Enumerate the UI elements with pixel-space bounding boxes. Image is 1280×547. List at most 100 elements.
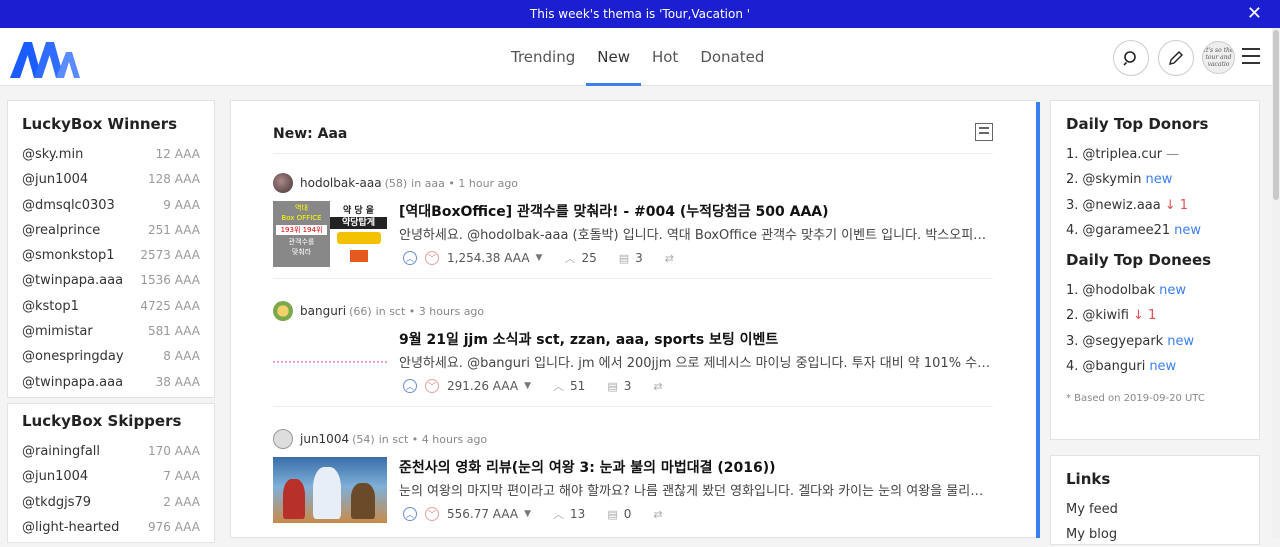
share-icon[interactable]: ⇄ [653, 508, 662, 521]
comment-icon[interactable]: ▤ [607, 380, 617, 393]
downvote-icon[interactable]: ﹀ [425, 251, 439, 265]
aaa-logo[interactable] [10, 42, 80, 78]
list-item[interactable]: @jun1004 7 AAA [22, 464, 200, 489]
rank-item[interactable]: 3. @newiz.aaa ↓ 1 [1066, 193, 1244, 218]
list-item[interactable]: @sky.min 12 AAA [22, 142, 200, 167]
rank-item[interactable]: 4. @garamee21 new [1066, 218, 1244, 243]
user-name[interactable]: @jun1004 [22, 167, 88, 192]
left-sidebar: LuckyBox Winners @sky.min 12 AAA @jun1004 1… [7, 100, 215, 543]
user-name[interactable]: @rainingfall [22, 439, 100, 464]
search-button[interactable] [1113, 40, 1149, 76]
user-name[interactable]: @triplea.cur [1082, 147, 1162, 162]
link-my-blog[interactable]: My blog [1066, 522, 1244, 547]
post-excerpt[interactable]: 안녕하세요. @banguri 입니다. jm 에서 200jjm 으로 제네시… [399, 352, 993, 371]
post-thumbnail[interactable] [273, 457, 387, 523]
rank-item[interactable]: 1. @triplea.cur — [1066, 142, 1244, 167]
post-title[interactable]: 준천사의 영화 리뷰(눈의 여왕 3: 눈과 불의 마법대결 (2016)) [399, 457, 776, 477]
list-item[interactable]: @jun1004 128 AAA [22, 167, 200, 192]
page-scrollbar[interactable] [1272, 28, 1280, 538]
post-thumbnail[interactable] [273, 329, 387, 395]
author-avatar[interactable] [273, 173, 293, 193]
like-icon[interactable]: ︿ [553, 378, 564, 394]
list-item[interactable]: @kstop1 4725 AAA [22, 294, 200, 319]
rank-item[interactable]: 1. @hodolbak new [1066, 278, 1244, 303]
post-title[interactable]: [역대BoxOffice] 관객수를 맞춰라! - #004 (누적당첨금 50… [399, 201, 829, 221]
scrollbar-thumb[interactable] [1273, 30, 1279, 200]
user-name[interactable]: @twinpapa.aaa [22, 370, 123, 395]
author-avatar[interactable] [273, 429, 293, 449]
payout-amount[interactable]: 556.77 AAA [447, 507, 518, 521]
user-name[interactable]: @skymin [1082, 172, 1141, 187]
post-item[interactable]: hodolbak-aaa (58) in aaa • 1 hour ago 역대… [273, 173, 993, 283]
tab-donated[interactable]: Donated [689, 28, 775, 86]
share-icon[interactable]: ⇄ [665, 252, 674, 265]
list-item[interactable]: @twinpapa.aaa 38 AAA [22, 370, 200, 395]
list-item[interactable]: @dmsqlc0303 9 AAA [22, 193, 200, 218]
chevron-down-icon[interactable]: ▼ [524, 381, 531, 391]
tab-trending[interactable]: Trending [500, 28, 586, 86]
author-name[interactable]: banguri [300, 304, 346, 318]
link-my-feed[interactable]: My feed [1066, 497, 1244, 522]
author-name[interactable]: hodolbak-aaa [300, 176, 382, 190]
rank-item[interactable]: 3. @segyepark new [1066, 329, 1244, 354]
post-excerpt[interactable]: 눈의 여왕의 마지막 편이라고 해야 할까요? 나름 괜찮게 봤던 영화입니다.… [399, 480, 993, 499]
user-name[interactable]: @jun1004 [22, 464, 88, 489]
user-name[interactable]: @hodolbak [1082, 283, 1155, 298]
list-item[interactable]: @mimistar 581 AAA [22, 319, 200, 344]
user-name[interactable]: @garamee21 [1082, 223, 1170, 238]
upvote-icon[interactable]: ︿ [403, 379, 417, 393]
user-name[interactable]: @onespringday [22, 344, 124, 369]
chevron-down-icon[interactable]: ▼ [536, 253, 543, 263]
post-item[interactable]: banguri (66) in sct • 3 hours ago 9월 21일… [273, 301, 993, 411]
post-excerpt[interactable]: 안녕하세요. @hodolbak-aaa (호돌박) 입니다. 역대 BoxOf… [399, 224, 993, 243]
write-button[interactable] [1158, 40, 1194, 76]
amount-value: 12 AAA [155, 147, 200, 161]
user-name[interactable]: @sky.min [22, 142, 83, 167]
list-item[interactable]: @onespringday 8 AAA [22, 344, 200, 369]
user-name[interactable]: @smonkstop1 [22, 243, 115, 268]
tab-hot[interactable]: Hot [641, 28, 689, 86]
list-item[interactable]: @twinpapa.aaa 1536 AAA [22, 268, 200, 293]
payout-amount[interactable]: 1,254.38 AAA [447, 251, 530, 265]
user-name[interactable]: @kiwifi [1082, 308, 1129, 323]
upvote-icon[interactable]: ︿ [403, 251, 417, 265]
user-avatar[interactable]: It's so the tour and vacatio [1202, 41, 1235, 74]
user-name[interactable]: @mimistar [22, 319, 93, 344]
menu-icon[interactable] [1242, 48, 1260, 66]
comment-icon[interactable]: ▤ [607, 508, 617, 521]
rank-item[interactable]: 4. @banguri new [1066, 354, 1244, 379]
share-icon[interactable]: ⇄ [653, 380, 662, 393]
post-item[interactable]: jun1004 (54) in sct • 4 hours ago 준천사의 영… [273, 429, 993, 539]
rank-item[interactable]: 2. @skymin new [1066, 167, 1244, 192]
user-name[interactable]: @twinpapa.aaa [22, 268, 123, 293]
user-name[interactable]: @tkdgjs79 [22, 490, 91, 515]
tab-new[interactable]: New [586, 28, 641, 86]
downvote-icon[interactable]: ﹀ [425, 507, 439, 521]
list-item[interactable]: @light-hearted 976 AAA [22, 515, 200, 540]
user-name[interactable]: @realprince [22, 218, 100, 243]
rank-item[interactable]: 2. @kiwifi ↓ 1 [1066, 303, 1244, 328]
upvote-icon[interactable]: ︿ [403, 507, 417, 521]
list-item[interactable]: @smonkstop1 2573 AAA [22, 243, 200, 268]
user-name[interactable]: @dmsqlc0303 [22, 193, 115, 218]
list-item[interactable]: @rainingfall 170 AAA [22, 439, 200, 464]
post-title[interactable]: 9월 21일 jjm 소식과 sct, zzan, aaa, sports 보팅… [399, 329, 778, 349]
like-icon[interactable]: ︿ [564, 250, 575, 266]
author-name[interactable]: jun1004 [300, 432, 349, 446]
list-view-icon[interactable] [975, 123, 993, 141]
user-name[interactable]: @kstop1 [22, 294, 79, 319]
payout-amount[interactable]: 291.26 AAA [447, 379, 518, 393]
user-name[interactable]: @light-hearted [22, 515, 119, 540]
post-thumbnail[interactable]: 역대 Box OFFICE 193위 194위 관객수를 맞춰라 약 당 을 약… [273, 201, 387, 267]
list-item[interactable]: @tkdgjs79 2 AAA [22, 490, 200, 515]
user-name[interactable]: @segyepark [1082, 334, 1163, 349]
close-icon[interactable]: ✕ [1247, 0, 1262, 28]
user-name[interactable]: @banguri [1082, 359, 1145, 374]
user-name[interactable]: @newiz.aaa [1082, 198, 1160, 213]
list-item[interactable]: @realprince 251 AAA [22, 218, 200, 243]
downvote-icon[interactable]: ﹀ [425, 379, 439, 393]
chevron-down-icon[interactable]: ▼ [524, 509, 531, 519]
author-avatar[interactable] [273, 301, 293, 321]
comment-icon[interactable]: ▤ [619, 252, 629, 265]
like-icon[interactable]: ︿ [553, 506, 564, 522]
